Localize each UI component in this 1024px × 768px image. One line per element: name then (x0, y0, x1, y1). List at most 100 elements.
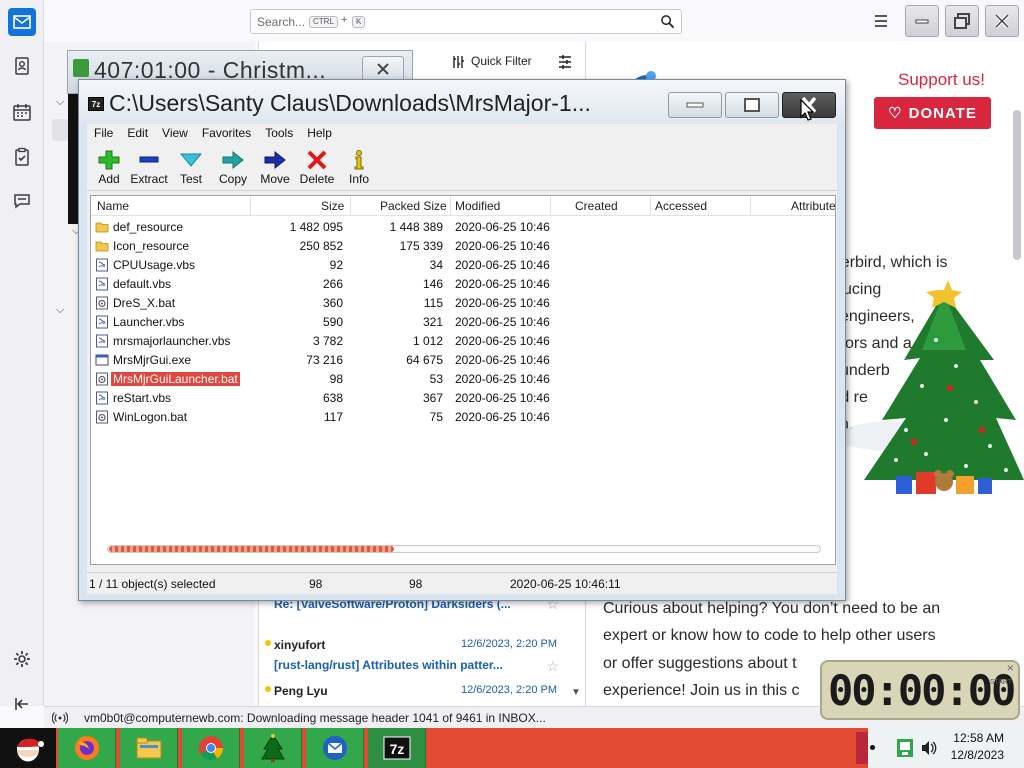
collapse-left-icon (15, 698, 28, 710)
stopwatch-widget[interactable]: 00:00:00 START ✕ (820, 660, 1020, 720)
maximize-button[interactable] (725, 92, 779, 118)
add-button[interactable]: Add (87, 147, 131, 189)
chevron-down-icon[interactable]: ⌵ (56, 96, 64, 109)
selected-modified: 2020-06-25 10:46:11 (510, 577, 621, 591)
support-us-link[interactable]: Support us! (898, 70, 985, 90)
chevron-down-icon[interactable]: ⌵ (56, 304, 64, 317)
start-button[interactable] (0, 728, 56, 768)
title-bar[interactable]: 7z C:\Users\Santy Claus\Downloads\MrsMaj… (79, 80, 845, 124)
test-label: Test (179, 172, 202, 186)
mail-space-button[interactable] (8, 8, 36, 36)
taskbar-thunderbird[interactable] (306, 728, 364, 768)
file-packed-size: 1 012 (412, 334, 443, 348)
system-tray: 12:58 AM 12/8/2023 (868, 728, 1024, 768)
column-created[interactable]: Created (575, 199, 618, 213)
file-name: CPUUsage.vbs (113, 258, 196, 272)
message-sender: xinyufort (274, 638, 326, 652)
clipboard-check-icon (15, 147, 29, 166)
clock-time[interactable]: 12:58 AM (953, 731, 1004, 745)
scroll-down-icon[interactable]: ▼ (571, 687, 581, 698)
settings-button[interactable] (8, 645, 36, 673)
info-button[interactable]: Info (337, 147, 381, 189)
app-icon (73, 59, 89, 77)
table-row[interactable]: reStart.vbs 638 367 2020-06-25 10:46 (91, 389, 835, 408)
column-size[interactable]: Size (321, 199, 344, 213)
restore-button[interactable] (945, 5, 979, 37)
chat-button[interactable] (8, 187, 36, 215)
table-row[interactable]: DreS_X.bat 360 115 2020-06-25 10:46 (91, 294, 835, 313)
address-book-button[interactable] (8, 52, 36, 80)
selection-count: 1 / 11 object(s) selected (89, 577, 216, 591)
list-item[interactable]: xinyufort 12/6/2023, 2:20 PM [rust-lang/… (259, 636, 569, 682)
info-icon (354, 150, 364, 170)
table-row[interactable]: Launcher.vbs 590 321 2020-06-25 10:46 (91, 313, 835, 332)
table-row[interactable]: MrsMjrGuiLauncher.bat 98 53 2020-06-25 10:4… (91, 370, 835, 389)
menu-favorites[interactable]: Favorites (195, 124, 258, 144)
restore-icon (954, 13, 970, 29)
taskbar-7zip[interactable]: 7z (368, 728, 426, 768)
column-modified[interactable]: Modified (455, 199, 500, 213)
quick-filter-button[interactable]: Quick Filter (471, 54, 532, 68)
start-label[interactable]: START (990, 678, 1012, 687)
scrollbar-thumb[interactable] (109, 546, 394, 552)
table-row[interactable]: CPUUsage.vbs 92 34 2020-06-25 10:46 (91, 256, 835, 275)
table-row[interactable]: MrsMjrGui.exe 73 216 64 675 2020-06-25 10:4… (91, 351, 835, 370)
table-row[interactable]: def_resource 1 482 095 1 448 389 2020-06-25… (91, 218, 835, 237)
menu-edit[interactable]: Edit (120, 124, 155, 144)
file-size: 360 (322, 296, 343, 310)
close-button[interactable] (985, 5, 1019, 37)
menu-help[interactable]: Help (300, 124, 339, 144)
tasks-button[interactable] (8, 143, 36, 171)
extract-button[interactable]: Extract (127, 147, 171, 189)
column-accessed[interactable]: Accessed (655, 199, 707, 213)
file-size: 590 (322, 315, 343, 329)
clock-date[interactable]: 12/8/2023 (951, 748, 1004, 762)
donate-button[interactable]: ♡ DONATE (874, 97, 991, 129)
table-row[interactable]: mrsmajorlauncher.vbs 3 782 1 012 2020-06-25… (91, 332, 835, 351)
file-modified: 2020-06-25 10:46 (455, 372, 550, 386)
taskbar-chrome[interactable] (182, 728, 240, 768)
star-icon[interactable]: ☆ (546, 658, 559, 675)
search-placeholder: Search... (257, 15, 306, 29)
message-text: experience! Join us in this c (603, 682, 800, 699)
chat-icon (14, 194, 30, 209)
message-sender: Peng Lyu (274, 684, 328, 698)
menu-tools[interactable]: Tools (258, 124, 300, 144)
volume-icon[interactable] (920, 740, 938, 756)
search-input[interactable]: Search... CTRL + K (250, 9, 682, 34)
list-options-icon[interactable] (557, 54, 573, 70)
taskbar-firefox[interactable] (58, 728, 116, 768)
column-packed-size[interactable]: Packed Size (380, 199, 447, 213)
file-size: 98 (329, 372, 343, 386)
show-desktop-dot[interactable] (870, 745, 875, 750)
hamburger-menu-icon[interactable] (872, 12, 890, 30)
message-scrollbar[interactable] (1013, 110, 1021, 260)
taskbar-file-explorer[interactable] (120, 728, 178, 768)
unread-dot-icon (265, 640, 271, 646)
close-icon[interactable]: ✕ (1006, 663, 1014, 674)
minimize-button[interactable] (668, 92, 722, 118)
move-button[interactable]: Move (253, 147, 297, 189)
calendar-button[interactable] (8, 98, 36, 126)
test-button[interactable]: Test (169, 147, 213, 189)
minimize-button[interactable] (905, 5, 939, 37)
horizontal-scrollbar[interactable] (107, 545, 821, 553)
column-name[interactable]: Name (97, 199, 129, 213)
table-row[interactable]: Icon_resource 250 852 175 339 2020-06-25 10… (91, 237, 835, 256)
chrome-icon (198, 736, 223, 761)
menu-view[interactable]: View (155, 124, 195, 144)
collapse-spaces-button[interactable] (8, 690, 36, 718)
delete-button[interactable]: Delete (295, 147, 339, 189)
shortcut-key-ctrl: CTRL (309, 16, 338, 28)
vbs-script-icon (96, 391, 108, 405)
copy-button[interactable]: Copy (211, 147, 255, 189)
taskbar-christmas-tree[interactable] (244, 728, 302, 768)
menu-file[interactable]: File (87, 124, 120, 144)
column-attributes[interactable]: Attribute (791, 199, 835, 213)
network-icon[interactable] (896, 738, 914, 758)
table-row[interactable]: WinLogon.bat 117 75 2020-06-25 10:46 (91, 408, 835, 427)
file-size: 3 782 (312, 334, 343, 348)
table-row[interactable]: default.vbs 266 146 2020-06-25 10:46 (91, 275, 835, 294)
window-title: C:\Users\Santy Claus\Downloads\MrsMajor-… (109, 90, 591, 116)
file-list[interactable]: Name Size Packed Size Modified Created A… (90, 195, 836, 565)
